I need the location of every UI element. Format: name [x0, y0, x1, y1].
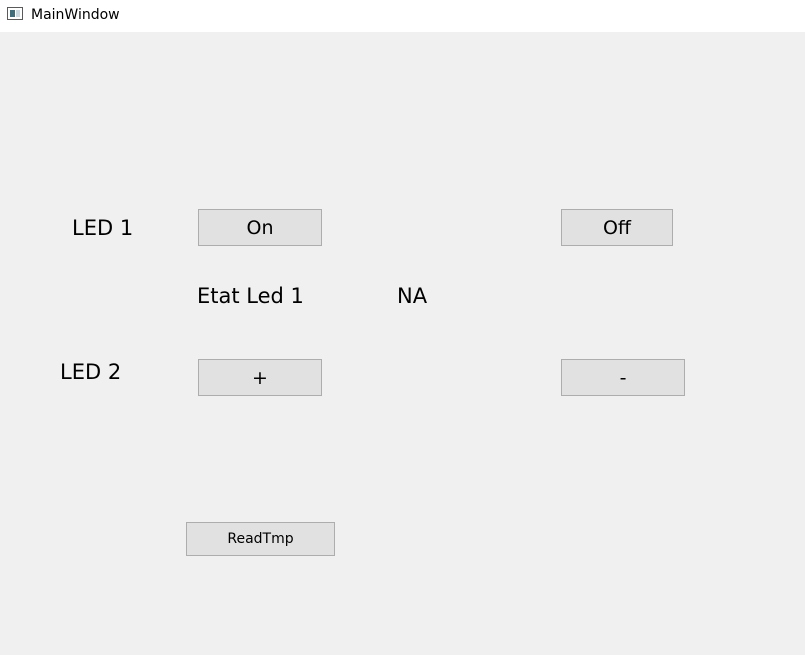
led1-off-button[interactable]: Off: [561, 209, 673, 246]
led2-plus-button[interactable]: +: [198, 359, 322, 396]
window-title: MainWindow: [31, 7, 120, 23]
read-tmp-button[interactable]: ReadTmp: [186, 522, 335, 556]
led2-label: LED 2: [60, 360, 122, 384]
led1-state-label: Etat Led 1: [197, 284, 304, 308]
main-window: MainWindow LED 1 On Off Etat Led 1 NA LE…: [0, 0, 805, 655]
led1-state-value: NA: [397, 284, 428, 308]
led2-minus-button[interactable]: -: [561, 359, 685, 396]
led1-on-button[interactable]: On: [198, 209, 322, 246]
title-bar[interactable]: MainWindow: [0, 0, 805, 32]
app-window-icon: [7, 7, 23, 20]
led1-label: LED 1: [72, 216, 134, 240]
